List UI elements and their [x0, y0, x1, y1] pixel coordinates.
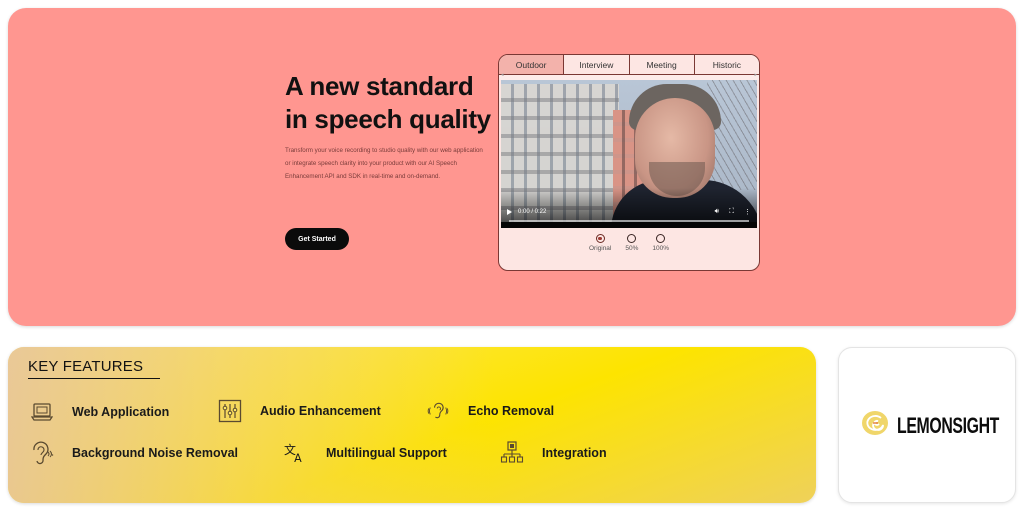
hero-description: Transform your voice recording to studio…: [285, 147, 483, 180]
more-options-icon[interactable]: ⋮: [744, 208, 751, 216]
radio-label: Original: [588, 245, 612, 252]
feature-label: Multilingual Support: [326, 446, 447, 460]
radio-50-percent[interactable]: 50%: [625, 234, 638, 252]
laptop-icon: [30, 400, 54, 424]
audio-demo-player: Outdoor Interview Meeting Historic ◂ ▸ 0…: [498, 54, 760, 271]
sample-tabs: Outdoor Interview Meeting Historic: [499, 55, 759, 75]
radio-100-percent[interactable]: 100%: [652, 234, 669, 252]
tab-outdoor[interactable]: Outdoor: [499, 55, 565, 74]
video-letterbox: [501, 222, 757, 228]
feature-integration: Integration: [500, 441, 607, 465]
logo-wordmark: LEMONSIGHT: [897, 412, 1000, 438]
hero-banner: A new standard in speech quality Transfo…: [8, 8, 1016, 326]
tab-meeting[interactable]: Meeting: [629, 55, 695, 74]
video-time: 0:00 / 0:22: [518, 209, 547, 215]
radio-label: 100%: [652, 245, 670, 252]
scroll-right-icon[interactable]: ▸: [754, 72, 757, 78]
radio-indicator[interactable]: [656, 234, 666, 243]
tab-historic[interactable]: Historic: [694, 55, 759, 74]
feature-label: Web Application: [72, 405, 170, 419]
ear-noise-icon: [30, 441, 54, 465]
feature-multilingual-support: 文A Multilingual Support: [284, 441, 447, 465]
video-controls: 0:00 / 0:22 🔊︎ ⛶ ⋮: [501, 206, 757, 218]
scroll-left-icon[interactable]: ◂: [501, 72, 504, 78]
feature-label: Audio Enhancement: [260, 404, 381, 418]
radio-indicator[interactable]: [595, 234, 605, 243]
feature-label: Echo Removal: [468, 404, 555, 418]
feature-web-application: Web Application: [30, 400, 169, 424]
radio-original[interactable]: Original: [589, 234, 611, 252]
enhancement-level-radios: Original 50% 100%: [499, 228, 759, 252]
hero-title: A new standard in speech quality: [285, 71, 491, 134]
tab-interview[interactable]: Interview: [564, 55, 630, 74]
fullscreen-icon[interactable]: ⛶: [729, 208, 734, 216]
svg-text:A: A: [294, 452, 302, 465]
feature-background-noise-removal: Background Noise Removal: [30, 441, 238, 465]
volume-icon[interactable]: 🔊︎: [715, 208, 719, 216]
radio-indicator[interactable]: [627, 234, 637, 243]
feature-label: Background Noise Removal: [72, 446, 239, 460]
ear-sound-icon: [426, 399, 450, 423]
lemon-spiral-icon: [861, 410, 889, 441]
hero-text-block: A new standard in speech quality Transfo…: [285, 70, 495, 183]
feature-audio-enhancement: Audio Enhancement: [218, 399, 381, 423]
play-icon[interactable]: [507, 209, 512, 215]
network-hierarchy-icon: [500, 441, 524, 465]
equalizer-sliders-icon: [218, 399, 242, 423]
translate-icon: 文A: [284, 441, 308, 465]
get-started-button[interactable]: Get Started: [285, 228, 349, 250]
partner-logo-card: LEMONSIGHT: [838, 347, 1016, 503]
radio-label: 50%: [625, 245, 639, 252]
feature-label: Integration: [542, 446, 607, 460]
video-frame[interactable]: 0:00 / 0:22 🔊︎ ⛶ ⋮: [501, 80, 757, 228]
key-features-panel: KEY FEATURES Web Application Audio Enhan…: [8, 347, 816, 503]
lemonsight-logo: LEMONSIGHT: [861, 410, 1024, 441]
feature-echo-removal: Echo Removal: [426, 399, 554, 423]
key-features-title: KEY FEATURES: [28, 358, 160, 379]
